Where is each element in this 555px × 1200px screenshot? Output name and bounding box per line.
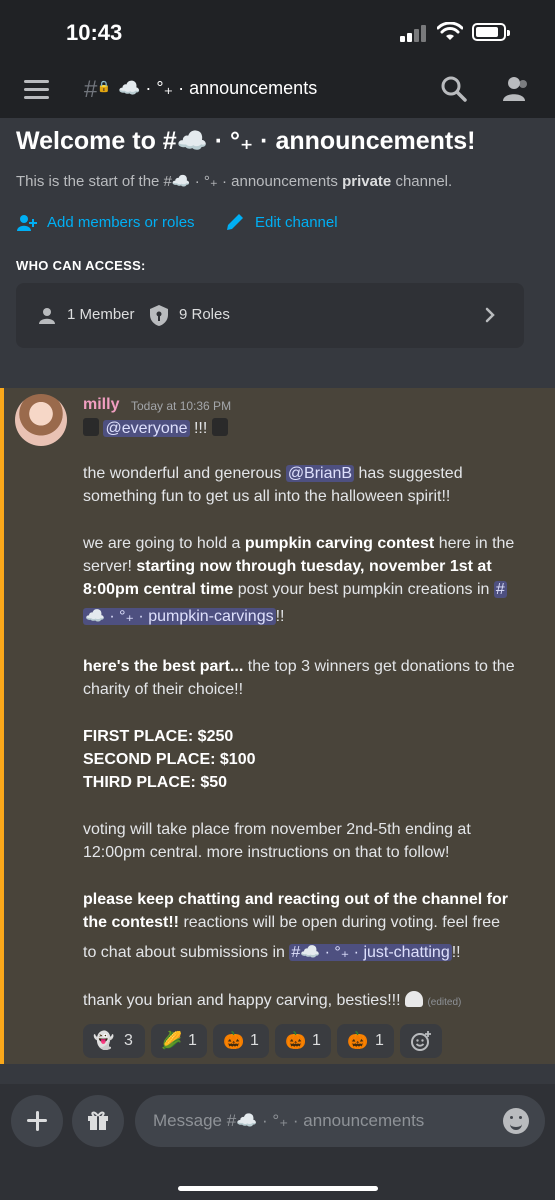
emoji-picker-icon[interactable]: [503, 1108, 529, 1134]
message-line: ☁️ · °₊ · pumpkin-carvings!!: [83, 608, 285, 625]
members-count: 1 Member: [67, 306, 135, 323]
members-icon: [39, 308, 55, 324]
message-line-everyone: @everyone !!!: [83, 418, 228, 438]
avatar[interactable]: [15, 394, 67, 446]
message-line: to chat about submissions in #☁️ · °₊ · …: [83, 944, 461, 961]
channel-mention-just-chatting[interactable]: #☁️ · °₊ · just-chatting: [289, 944, 452, 961]
signal-icon: [400, 24, 428, 42]
message-author[interactable]: milly: [83, 396, 119, 414]
ghost-emoji: [404, 991, 423, 1007]
edited-label: (edited): [427, 997, 462, 1008]
welcome-title: Welcome to #☁️ · °₊ · announcements!: [16, 127, 476, 155]
message-line: here's the best part... the top 3 winner…: [83, 658, 515, 675]
message-line: the wonderful and generous @BrianB has s…: [83, 465, 463, 482]
members-icon[interactable]: [500, 75, 532, 103]
channel-name[interactable]: ☁️ · °₊ · announcements: [118, 78, 317, 99]
pencil-icon[interactable]: [224, 213, 246, 233]
message-line: something fun to get us all into the hal…: [83, 488, 451, 505]
gift-icon: [88, 1111, 108, 1130]
reaction-corn[interactable]: 🌽 1: [151, 1024, 207, 1058]
home-indicator[interactable]: [178, 1186, 378, 1191]
chevron-right-icon: [485, 307, 495, 323]
status-time: 10:43: [66, 20, 123, 45]
edit-channel-button[interactable]: Edit channel: [255, 214, 338, 231]
message-line: 8:00pm central time post your best pumpk…: [83, 581, 507, 598]
message-line: server! starting now through tuesday, no…: [83, 558, 492, 575]
reaction-ghost[interactable]: 👻 3: [83, 1024, 145, 1058]
add-emoji-icon: [411, 1031, 431, 1051]
prize-second: SECOND PLACE: $100: [83, 751, 256, 768]
user-mention[interactable]: @BrianB: [285, 465, 355, 482]
channel-header: # 🔒 ☁️ · °₊ · announcements: [0, 62, 555, 118]
prize-first: FIRST PLACE: $250: [83, 728, 234, 745]
hash-icon: #: [84, 76, 98, 103]
welcome-subtitle: This is the start of the #☁️ · °₊ · anno…: [16, 173, 453, 190]
wifi-icon: [437, 22, 463, 40]
mention-highlight-bar: [0, 388, 4, 1064]
message-line: voting will take place from november 2nd…: [83, 821, 471, 838]
everyone-mention[interactable]: @everyone: [103, 420, 190, 437]
add-members-button[interactable]: Add members or roles: [47, 214, 195, 231]
message-placeholder: Message #☁️ · °₊ · announcements: [153, 1111, 425, 1130]
add-member-icon[interactable]: [16, 213, 38, 233]
channel-mention-hash[interactable]: #: [493, 581, 507, 598]
message-line: charity of their choice!!: [83, 681, 244, 698]
message[interactable]: milly Today at 10:36 PM @everyone !!! th…: [0, 388, 555, 1064]
message-input[interactable]: Message #☁️ · °₊ · announcements: [135, 1095, 545, 1147]
message-timestamp: Today at 10:36 PM: [131, 399, 232, 413]
message-line: we are going to hold a pumpkin carving c…: [83, 535, 515, 552]
attach-button[interactable]: [11, 1095, 63, 1147]
who-can-access-label: WHO CAN ACCESS:: [16, 258, 146, 273]
status-bar: 10:43: [0, 0, 555, 62]
battery-icon: [472, 23, 510, 41]
roles-count: 9 Roles: [179, 306, 230, 323]
menu-icon[interactable]: [24, 80, 49, 99]
message-line: thank you brian and happy carving, besti…: [83, 991, 462, 1009]
reaction-pumpkin-2[interactable]: 🎃 1: [275, 1024, 331, 1058]
prize-third: THIRD PLACE: $50: [83, 774, 228, 791]
reaction-pumpkin[interactable]: 🎃 1: [213, 1024, 269, 1058]
custom-emoji: [211, 418, 228, 436]
search-icon[interactable]: [440, 75, 468, 103]
access-card[interactable]: 1 Member 9 Roles: [16, 283, 524, 348]
shield-icon: [150, 305, 168, 326]
message-line: 12:00pm central. more instructions on th…: [83, 844, 450, 861]
gift-button[interactable]: [72, 1095, 124, 1147]
lock-icon: 🔒: [97, 81, 111, 93]
message-line: the contest!! reactions will be open dur…: [83, 914, 501, 931]
custom-emoji: [83, 418, 99, 436]
add-reaction-button[interactable]: [400, 1024, 442, 1058]
reaction-witch-pumpkin[interactable]: 🎃 1: [337, 1024, 394, 1058]
message-composer: Message #☁️ · °₊ · announcements: [0, 1084, 555, 1200]
message-line: please keep chatting and reacting out of…: [83, 891, 508, 908]
channel-mention-pumpkin-carvings[interactable]: ☁️ · °₊ · pumpkin-carvings: [83, 608, 276, 625]
